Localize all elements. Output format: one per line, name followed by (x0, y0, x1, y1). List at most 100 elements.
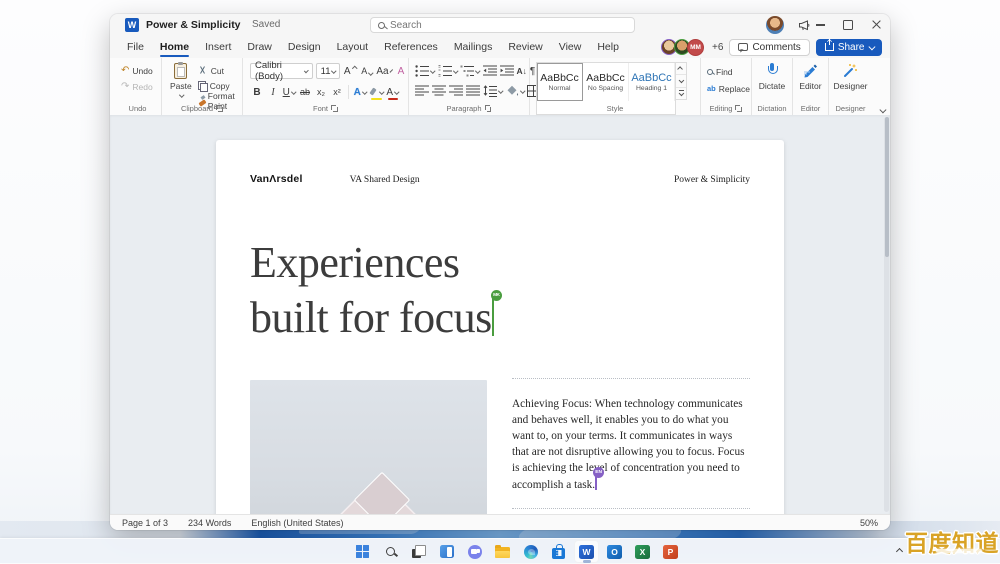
tab-mailings[interactable]: Mailings (446, 36, 501, 58)
comments-button[interactable]: Comments (729, 39, 809, 56)
designer-button[interactable]: Designer (833, 63, 867, 91)
sort-button[interactable]: A↓ (517, 66, 527, 76)
document-image[interactable] (250, 380, 487, 514)
widgets-button[interactable] (434, 540, 459, 563)
scissors-icon (198, 66, 208, 76)
search-input[interactable] (390, 20, 590, 31)
change-case-button[interactable]: Aa (377, 63, 391, 79)
grow-font-button[interactable]: A (343, 63, 357, 79)
outlook-taskbar-button[interactable]: O (602, 540, 627, 563)
clear-formatting-button[interactable]: A (394, 63, 408, 79)
underline-button[interactable]: U (282, 84, 296, 100)
tab-view[interactable]: View (551, 36, 590, 58)
bold-button[interactable]: B (250, 84, 264, 100)
tab-references[interactable]: References (376, 36, 446, 58)
dialog-launcher-icon[interactable] (331, 105, 338, 112)
align-right-button[interactable] (449, 85, 463, 97)
tab-layout[interactable]: Layout (329, 36, 377, 58)
clipboard-icon (174, 63, 187, 79)
shrink-font-button[interactable]: A (360, 63, 374, 79)
dialog-launcher-icon[interactable] (485, 105, 492, 112)
collapse-ribbon-button[interactable] (879, 106, 885, 112)
document-header: VanΛrsdel VA Shared Design Power & Simpl… (250, 173, 750, 185)
style-heading-1[interactable]: AaBbCc Heading 1 (629, 63, 675, 101)
search-bar[interactable] (370, 17, 635, 33)
powerpoint-taskbar-button[interactable]: P (658, 540, 683, 563)
dictate-button[interactable]: Dictate (759, 63, 785, 91)
close-button[interactable] (862, 14, 890, 36)
language-indicator[interactable]: English (United States) (251, 518, 343, 528)
user-avatar[interactable] (766, 16, 784, 34)
word-taskbar-button[interactable]: W (574, 540, 599, 563)
style-no-spacing[interactable]: AaBbCc No Spacing (583, 63, 629, 101)
editor-button[interactable]: Editor (799, 63, 821, 91)
multilevel-list-button[interactable] (460, 65, 480, 77)
font-color-button[interactable]: A (386, 84, 400, 100)
redo-button[interactable]: ↷ Redo (121, 80, 161, 93)
maximize-button[interactable] (834, 14, 862, 36)
file-explorer-button[interactable] (490, 540, 515, 563)
italic-button[interactable]: I (266, 84, 280, 100)
save-status[interactable]: Saved (252, 19, 280, 30)
chevron-down-icon (475, 69, 480, 74)
microsoft-store-button[interactable] (546, 540, 571, 563)
decrease-indent-button[interactable] (483, 65, 497, 77)
tab-design[interactable]: Design (280, 36, 329, 58)
align-center-button[interactable] (432, 85, 446, 97)
document-heading[interactable]: Experiences built for focusMK (250, 235, 495, 345)
collaborator-avatar-mm[interactable]: MM (687, 39, 704, 56)
taskbar-search-button[interactable] (378, 540, 403, 563)
strikethrough-button[interactable]: ab (298, 84, 312, 100)
share-button[interactable]: Share (816, 39, 882, 56)
style-gallery-more-button[interactable] (676, 88, 686, 99)
minimize-button[interactable] (806, 14, 834, 36)
subscript-button[interactable]: x₂ (314, 84, 328, 100)
tab-insert[interactable]: Insert (197, 36, 239, 58)
page-indicator[interactable]: Page 1 of 3 (122, 518, 168, 528)
edge-button[interactable] (518, 540, 543, 563)
find-button[interactable]: Find (707, 65, 751, 78)
start-button[interactable] (350, 540, 375, 563)
tab-help[interactable]: Help (589, 36, 627, 58)
style-gallery-down-button[interactable] (676, 75, 686, 87)
cut-button[interactable]: Cut (198, 64, 242, 77)
word-count[interactable]: 234 Words (188, 518, 231, 528)
tray-chevron-up-icon[interactable] (896, 548, 903, 555)
text-effects-button[interactable]: A (353, 84, 367, 100)
style-normal[interactable]: AaBbCc Normal (537, 63, 583, 101)
multilevel-list-icon (460, 65, 474, 77)
body-paragraph[interactable]: Achieving Focus: When technology communi… (512, 396, 750, 494)
font-family-combo[interactable]: Calibri (Body) (250, 63, 313, 79)
numbered-list-button[interactable] (438, 65, 458, 77)
collaborator-overflow-count[interactable]: +6 (712, 42, 723, 53)
tab-home[interactable]: Home (152, 36, 197, 58)
line-spacing-button[interactable] (483, 85, 503, 97)
zoom-level[interactable]: 50% (860, 518, 878, 528)
document-canvas[interactable]: VanΛrsdel VA Shared Design Power & Simpl… (110, 115, 890, 514)
excel-taskbar-button[interactable]: X (630, 540, 655, 563)
scrollbar-thumb[interactable] (885, 117, 889, 257)
tab-review[interactable]: Review (500, 36, 550, 58)
font-size-combo[interactable]: 11 (316, 63, 340, 79)
dialog-launcher-icon[interactable] (735, 105, 742, 112)
increase-indent-button[interactable] (500, 65, 514, 77)
column-rule-bottom (512, 508, 750, 509)
vertical-scrollbar[interactable] (884, 117, 889, 512)
highlight-button[interactable] (369, 84, 384, 100)
justify-button[interactable] (466, 85, 480, 97)
undo-icon: ↶ (121, 66, 129, 76)
teams-chat-button[interactable] (462, 540, 487, 563)
undo-button[interactable]: ↶ Undo (121, 64, 161, 77)
shading-button[interactable] (506, 85, 525, 97)
align-left-button[interactable] (415, 85, 429, 97)
style-gallery-up-button[interactable] (676, 63, 686, 75)
dialog-launcher-icon[interactable] (216, 105, 223, 112)
tab-draw[interactable]: Draw (239, 36, 280, 58)
collaborator-avatars[interactable]: MM (661, 39, 704, 56)
replace-button[interactable]: ab Replace (707, 82, 751, 95)
superscript-button[interactable]: x² (330, 84, 344, 100)
task-view-button[interactable] (406, 540, 431, 563)
bullet-list-button[interactable] (415, 65, 435, 77)
document-page[interactable]: VanΛrsdel VA Shared Design Power & Simpl… (216, 140, 784, 514)
tab-file[interactable]: File (119, 36, 152, 58)
